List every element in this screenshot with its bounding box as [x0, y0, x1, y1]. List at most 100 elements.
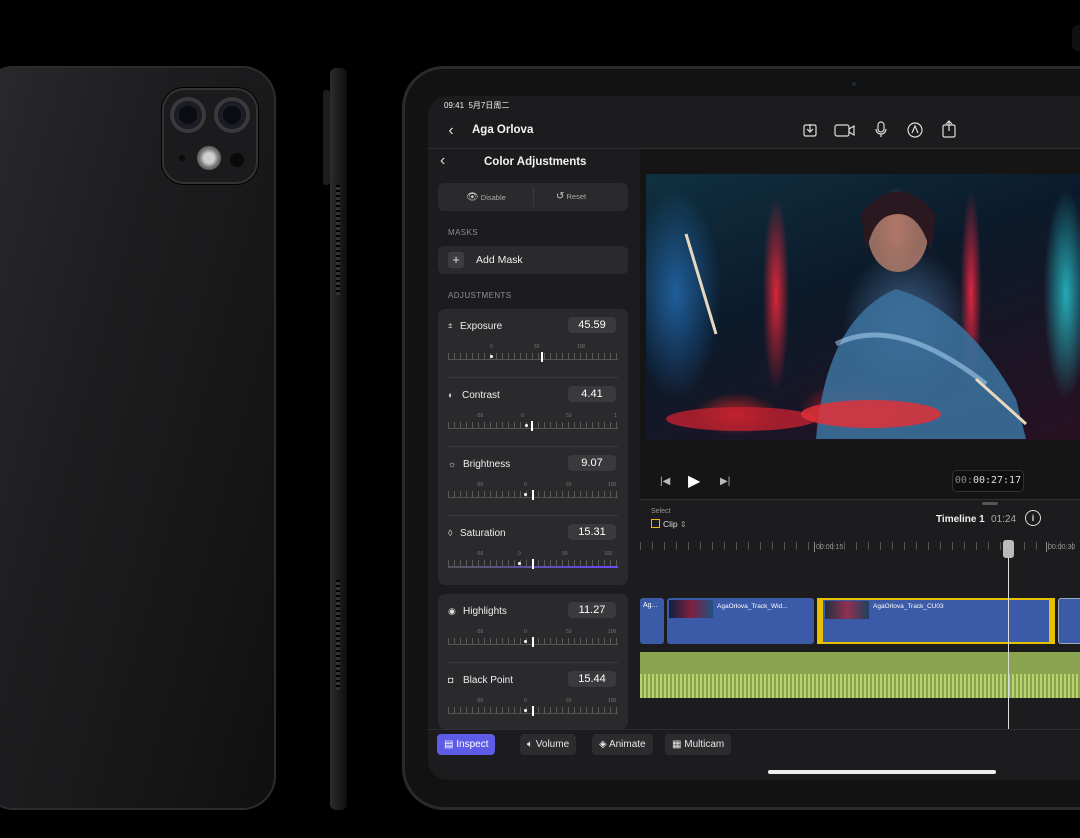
status-time: 09:41 — [444, 101, 465, 110]
drummer-figure — [666, 191, 1028, 439]
info-icon[interactable]: i — [1025, 510, 1041, 526]
adjustment-value[interactable]: 11.27 — [568, 602, 616, 618]
scale-label: 50 — [566, 698, 572, 704]
volume-button[interactable]: 🔈︎ Volume — [520, 734, 577, 755]
resize-handle[interactable] — [982, 502, 998, 505]
adjustment-value[interactable]: 45.59 — [568, 317, 616, 333]
selected-video-clip[interactable]: AgaOrlova_Track_CU03 — [817, 598, 1055, 644]
slider-thumb[interactable] — [532, 559, 534, 569]
slider-thumb[interactable] — [532, 706, 534, 716]
scale-label: 50 — [562, 551, 568, 557]
scale-label: -50 — [476, 629, 484, 635]
speaker-grille — [336, 580, 340, 690]
adjustment-value[interactable]: 15.44 — [568, 671, 616, 687]
adjustment-name: Contrast — [462, 390, 500, 401]
clip-select-icon — [651, 519, 660, 528]
contrast-icon: ◐ — [448, 390, 454, 400]
home-indicator[interactable] — [768, 770, 996, 774]
share-icon[interactable] — [941, 120, 959, 144]
add-mask-label: Add Mask — [476, 254, 523, 266]
adjustment-black-point[interactable]: ◘ Black Point 15.44 -50 0 50 100 — [438, 663, 628, 729]
scale-label: 0 — [521, 413, 524, 419]
skip-back-icon[interactable]: |◀ — [660, 476, 670, 487]
video-clip[interactable] — [1058, 598, 1080, 644]
timeline-ruler[interactable] — [640, 542, 1080, 550]
clip-trim-handle[interactable] — [817, 598, 823, 644]
scale-label: 100 — [604, 551, 613, 557]
video-clip[interactable]: Ag... — [640, 598, 664, 644]
scale-label: 1 — [614, 413, 617, 419]
select-mode-dropdown[interactable]: Clip ⇕ — [651, 519, 687, 529]
camera-lens-icon — [170, 97, 206, 133]
disable-button[interactable]: 👁 Disable — [466, 192, 506, 203]
adjustment-name: Exposure — [460, 321, 503, 332]
chevron-updown-icon: ⇕ — [680, 520, 687, 529]
pen-icon[interactable] — [906, 121, 924, 144]
divider — [533, 187, 534, 207]
slider-track — [448, 428, 618, 429]
scale-label: 100 — [577, 344, 586, 350]
mic-icon[interactable] — [874, 121, 888, 144]
front-camera-icon — [852, 82, 856, 86]
adjustment-value[interactable]: 4.41 — [568, 386, 616, 402]
playhead-handle[interactable] — [1003, 540, 1014, 558]
clip-label: AgaOrlova_Track_CU03 — [873, 603, 944, 610]
scale-label: -50 — [476, 698, 484, 704]
reset-label: Reset — [566, 192, 587, 201]
slider-thumb[interactable] — [541, 352, 543, 362]
adjustment-name: Brightness — [463, 459, 511, 470]
video-preview[interactable] — [646, 174, 1080, 440]
download-icon[interactable] — [802, 122, 818, 143]
ipad-side — [330, 68, 347, 810]
playhead — [1008, 542, 1009, 732]
adjustment-exposure[interactable]: ± Exposure 45.59 0 50 100 — [438, 309, 628, 377]
scale-label: 0 — [524, 629, 527, 635]
scale-label: 50 — [566, 482, 572, 488]
scale-label: 0 — [524, 482, 527, 488]
reset-button[interactable]: ↺ Reset — [556, 191, 586, 202]
scale-label: 100 — [608, 698, 617, 704]
saturation-drop-icon: ◊ — [448, 528, 453, 538]
adjustment-highlights[interactable]: ◉ Highlights 11.27 -50 0 50 100 — [438, 594, 628, 662]
inspect-button[interactable]: ▤ Inspect — [437, 734, 496, 755]
adjustment-contrast[interactable]: ◐ Contrast 4.41 -50 0 50 1 — [438, 378, 628, 446]
add-mask-button[interactable]: + Add Mask — [438, 246, 628, 274]
scale-label: 50 — [566, 629, 572, 635]
flash-icon — [197, 146, 221, 170]
multicam-button[interactable]: ▦ Multicam — [665, 734, 732, 755]
ruler-timecode: 00:00:30 — [1048, 544, 1076, 551]
slider-thumb[interactable] — [531, 421, 533, 431]
scale-label: -50 — [476, 551, 484, 557]
slider-thumb[interactable] — [532, 490, 534, 500]
adjustment-value[interactable]: 15.31 — [568, 524, 616, 540]
side-button — [323, 90, 330, 185]
disable-reset-group: 👁 Disable ↺ Reset — [438, 183, 628, 211]
camera-icon[interactable] — [834, 122, 856, 143]
reset-icon: ↺ — [556, 191, 565, 202]
adjustment-brightness[interactable]: ☼ Brightness 9.07 -50 0 50 100 — [438, 447, 628, 515]
scale-label: -50 — [476, 413, 484, 419]
scale-label: 0 — [490, 344, 493, 350]
video-clip[interactable]: AgaOrlova_Track_Wid... — [667, 598, 814, 644]
timecode-display[interactable]: 00:00:27:17 — [952, 470, 1024, 492]
scale-label: 100 — [608, 482, 617, 488]
scale-label: 50 — [566, 413, 572, 419]
adjustment-name: Highlights — [463, 606, 507, 617]
clip-trim-handle[interactable] — [1049, 598, 1055, 644]
inspect-label: Inspect — [456, 739, 489, 750]
select-mode-label: Select — [651, 508, 671, 515]
animate-button[interactable]: ◈ Animate — [592, 734, 653, 755]
project-title: Aga Orlova — [472, 124, 534, 136]
adjustment-value[interactable]: 9.07 — [568, 455, 616, 471]
back-chevron-icon[interactable]: ‹ — [442, 122, 460, 140]
slider-thumb[interactable] — [532, 637, 534, 647]
clip-thumbnail — [825, 601, 869, 619]
pencil-tip — [1072, 25, 1080, 51]
play-icon[interactable]: ▶ — [688, 471, 700, 491]
slider-origin-dot — [524, 640, 527, 643]
lidar-sensor-icon — [230, 153, 244, 167]
scale-label: 0 — [524, 698, 527, 704]
adjustment-saturation[interactable]: ◊ Saturation 15.31 -50 0 50 100 — [438, 516, 628, 584]
skip-forward-icon[interactable]: ▶| — [720, 476, 730, 487]
back-chevron-icon[interactable]: ‹ — [440, 152, 445, 170]
